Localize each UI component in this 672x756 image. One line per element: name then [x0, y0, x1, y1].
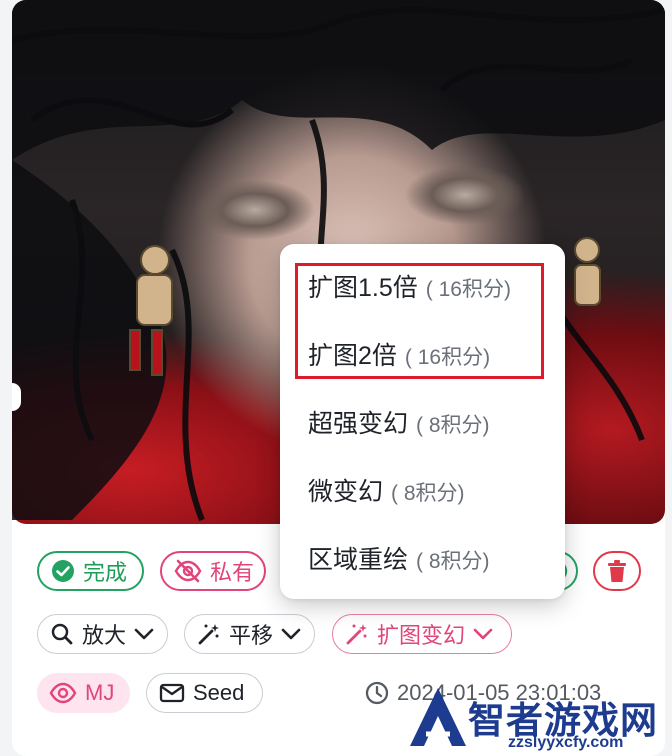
expand-vary-dropdown[interactable]: 扩图变幻 [332, 614, 512, 654]
eye-icon [49, 682, 77, 704]
private-label: 私有 [210, 560, 255, 585]
check-circle-icon [52, 560, 74, 582]
delete-button[interactable] [593, 551, 641, 591]
trash-icon [608, 560, 626, 582]
menu-item-subtle-vary[interactable]: 微变幻 ( 8积分) [308, 472, 465, 512]
seed-label: Seed [193, 680, 245, 705]
zoom-dropdown[interactable]: 放大 [37, 614, 168, 654]
menu-item-cost: ( 8积分) [416, 414, 490, 437]
chevron-down-icon [473, 628, 493, 640]
menu-item-cost: ( 8积分) [391, 482, 465, 505]
menu-item-label: 超强变幻 [308, 410, 409, 438]
zoom-label: 放大 [82, 623, 127, 648]
chevron-down-icon [134, 628, 154, 640]
highlight-annotation-box [295, 263, 544, 379]
search-icon [51, 623, 73, 645]
seed-button[interactable]: Seed [146, 673, 263, 713]
menu-item-region-repaint[interactable]: 区域重绘 ( 8积分) [308, 540, 490, 580]
eye-slash-icon [174, 559, 202, 583]
magic-wand-icon [198, 624, 219, 645]
clock-icon [365, 681, 389, 705]
watermark: 智者游戏网 zzslyyxcfy.com [408, 686, 672, 756]
private-toggle-button[interactable]: 私有 [160, 551, 266, 591]
pan-dropdown[interactable]: 平移 [184, 614, 315, 654]
model-label: MJ [85, 680, 115, 705]
model-badge[interactable]: MJ [37, 673, 130, 713]
chevron-down-icon [281, 628, 301, 640]
magic-wand-icon [346, 624, 367, 645]
pan-label: 平移 [229, 623, 274, 648]
watermark-url: zzslyyxcfy.com [508, 734, 624, 751]
menu-item-label: 微变幻 [308, 478, 384, 506]
expand-vary-label: 扩图变幻 [377, 623, 466, 648]
menu-item-cost: ( 8积分) [416, 550, 490, 573]
status-done-label: 完成 [83, 560, 128, 585]
menu-item-strong-vary[interactable]: 超强变幻 ( 8积分) [308, 404, 490, 444]
watermark-logo-icon [410, 688, 466, 746]
menu-item-label: 区域重绘 [308, 546, 409, 574]
status-done-badge: 完成 [37, 551, 144, 591]
envelope-icon [159, 683, 185, 703]
